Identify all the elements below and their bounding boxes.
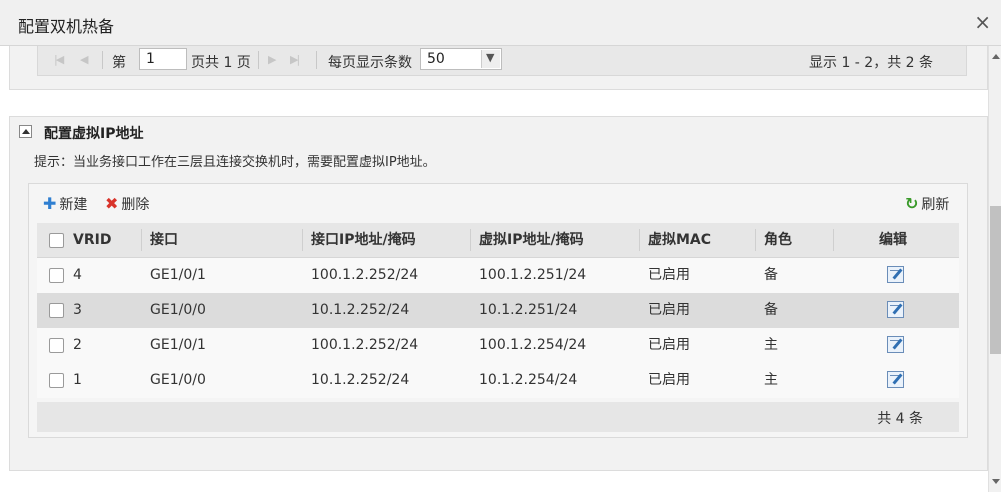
column-header-virtual-ip[interactable]: 虚拟IP地址/掩码 xyxy=(479,223,584,258)
cell-interface-ip: 10.1.2.252/24 xyxy=(311,372,410,388)
cell-interface: GE1/0/1 xyxy=(150,337,206,353)
cell-vrid: 1 xyxy=(73,372,82,388)
section-title: 配置虚拟IP地址 xyxy=(44,126,144,142)
scroll-down-icon[interactable] xyxy=(992,479,1000,484)
refresh-icon: ↻ xyxy=(905,194,919,213)
cell-interface-ip: 10.1.2.252/24 xyxy=(311,302,410,318)
row-checkbox[interactable] xyxy=(49,303,64,318)
column-header-vrid[interactable]: VRID xyxy=(73,223,111,258)
scroll-up-icon[interactable] xyxy=(992,54,1000,59)
cell-vrid: 3 xyxy=(73,302,82,318)
refresh-button-label: 刷新 xyxy=(921,197,950,213)
table-row[interactable]: 2 GE1/0/1 100.1.2.252/24 100.1.2.254/24 … xyxy=(37,328,959,363)
cell-virtual-ip: 10.1.2.254/24 xyxy=(479,372,578,388)
previous-grid-section: |◀ ◀ 第 1 页共 1 页 ▶ ▶| 每页显示条数 50 ▼ 显示 1 - … xyxy=(9,46,988,90)
cell-role: 备 xyxy=(764,302,778,318)
cell-virtual-ip: 100.1.2.251/24 xyxy=(479,267,587,283)
table-row[interactable]: 4 GE1/0/1 100.1.2.252/24 100.1.2.251/24 … xyxy=(37,258,959,293)
last-page-icon[interactable]: ▶| xyxy=(290,53,300,66)
cell-virtual-ip: 10.1.2.251/24 xyxy=(479,302,578,318)
cell-virtual-mac: 已启用 xyxy=(648,267,690,283)
select-all-checkbox[interactable] xyxy=(49,233,64,248)
cell-vrid: 2 xyxy=(73,337,82,353)
dialog-content: |◀ ◀ 第 1 页共 1 页 ▶ ▶| 每页显示条数 50 ▼ 显示 1 - … xyxy=(0,46,988,492)
cell-virtual-ip: 100.1.2.254/24 xyxy=(479,337,587,353)
page-suffix: 页共 1 页 xyxy=(191,55,251,71)
column-separator xyxy=(302,229,303,251)
column-header-role[interactable]: 角色 xyxy=(764,223,792,258)
section-hint: 提示：当业务接口工作在三层且连接交换机时，需要配置虚拟IP地址。 xyxy=(34,155,436,170)
pager-bar: |◀ ◀ 第 1 页共 1 页 ▶ ▶| 每页显示条数 50 ▼ 显示 1 - … xyxy=(37,46,967,76)
scrollbar-thumb[interactable] xyxy=(990,206,1001,354)
cell-interface-ip: 100.1.2.252/24 xyxy=(311,337,419,353)
edit-icon[interactable] xyxy=(887,266,904,283)
cell-virtual-mac: 已启用 xyxy=(648,372,690,388)
prev-page-icon[interactable]: ◀ xyxy=(80,53,89,66)
cell-role: 主 xyxy=(764,372,778,388)
page-size-select[interactable]: 50 ▼ xyxy=(420,48,502,70)
table-header: VRID 接口 接口IP地址/掩码 虚拟IP地址/掩码 虚拟MAC 角色 编辑 xyxy=(37,223,959,258)
delete-icon: ✖ xyxy=(105,194,119,213)
cell-interface-ip: 100.1.2.252/24 xyxy=(311,267,419,283)
edit-icon[interactable] xyxy=(887,301,904,318)
delete-button[interactable]: ✖ 删除 xyxy=(105,194,149,214)
total-count: 共 4 条 xyxy=(877,411,923,427)
cell-interface: GE1/0/1 xyxy=(150,267,206,283)
display-info: 显示 1 - 2，共 2 条 xyxy=(809,55,934,71)
row-checkbox[interactable] xyxy=(49,268,64,283)
table-row[interactable]: 3 GE1/0/0 10.1.2.252/24 10.1.2.251/24 已启… xyxy=(37,293,959,328)
pager-separator xyxy=(316,51,317,69)
column-header-interface[interactable]: 接口 xyxy=(150,223,178,258)
cell-role: 主 xyxy=(764,337,778,353)
row-checkbox[interactable] xyxy=(49,338,64,353)
pager-separator xyxy=(258,51,259,69)
new-button[interactable]: ✚ 新建 xyxy=(43,194,87,214)
edit-icon[interactable] xyxy=(887,336,904,353)
column-separator xyxy=(470,229,471,251)
column-separator xyxy=(833,229,834,251)
virtual-ip-grid-panel: ✚ 新建 ✖ 删除 ↻ 刷新 VRID 接口 接口IP地址/掩码 虚拟IP地址/… xyxy=(28,183,968,438)
chevron-down-icon[interactable]: ▼ xyxy=(481,50,500,68)
dialog-title: 配置双机热备 xyxy=(18,17,115,36)
pager-separator xyxy=(102,51,103,69)
refresh-button[interactable]: ↻ 刷新 xyxy=(905,194,949,214)
edit-icon[interactable] xyxy=(887,371,904,388)
column-separator xyxy=(755,229,756,251)
collapse-icon[interactable] xyxy=(19,125,32,138)
page-size-value: 50 xyxy=(427,51,445,67)
grid-toolbar: ✚ 新建 ✖ 删除 ↻ 刷新 xyxy=(29,184,967,222)
row-checkbox[interactable] xyxy=(49,373,64,388)
virtual-ip-section: 配置虚拟IP地址 提示：当业务接口工作在三层且连接交换机时，需要配置虚拟IP地址… xyxy=(9,116,988,471)
dialog: 配置双机热备 × |◀ ◀ 第 1 页共 1 页 ▶ ▶| 每页显示条数 50 … xyxy=(0,0,1001,492)
delete-button-label: 删除 xyxy=(121,197,150,213)
column-separator xyxy=(639,229,640,251)
close-icon[interactable]: × xyxy=(974,10,991,34)
next-page-icon[interactable]: ▶ xyxy=(268,53,277,66)
column-header-edit: 编辑 xyxy=(879,232,907,248)
page-prefix: 第 xyxy=(112,55,126,71)
table-footer: 共 4 条 xyxy=(37,402,959,432)
dialog-titlebar: 配置双机热备 × xyxy=(0,0,1001,46)
new-button-label: 新建 xyxy=(59,197,88,213)
page-size-label: 每页显示条数 xyxy=(328,55,412,71)
column-separator xyxy=(141,229,142,251)
cell-virtual-mac: 已启用 xyxy=(648,302,690,318)
cell-interface: GE1/0/0 xyxy=(150,372,206,388)
table-row[interactable]: 1 GE1/0/0 10.1.2.252/24 10.1.2.254/24 已启… xyxy=(37,363,959,398)
add-icon: ✚ xyxy=(43,194,57,213)
first-page-icon[interactable]: |◀ xyxy=(54,53,64,66)
vertical-scrollbar[interactable] xyxy=(988,46,1001,492)
cell-vrid: 4 xyxy=(73,267,82,283)
cell-interface: GE1/0/0 xyxy=(150,302,206,318)
column-header-virtual-mac[interactable]: 虚拟MAC xyxy=(648,223,711,258)
cell-virtual-mac: 已启用 xyxy=(648,337,690,353)
column-header-interface-ip[interactable]: 接口IP地址/掩码 xyxy=(311,223,416,258)
cell-role: 备 xyxy=(764,267,778,283)
page-number-input[interactable]: 1 xyxy=(139,48,187,70)
